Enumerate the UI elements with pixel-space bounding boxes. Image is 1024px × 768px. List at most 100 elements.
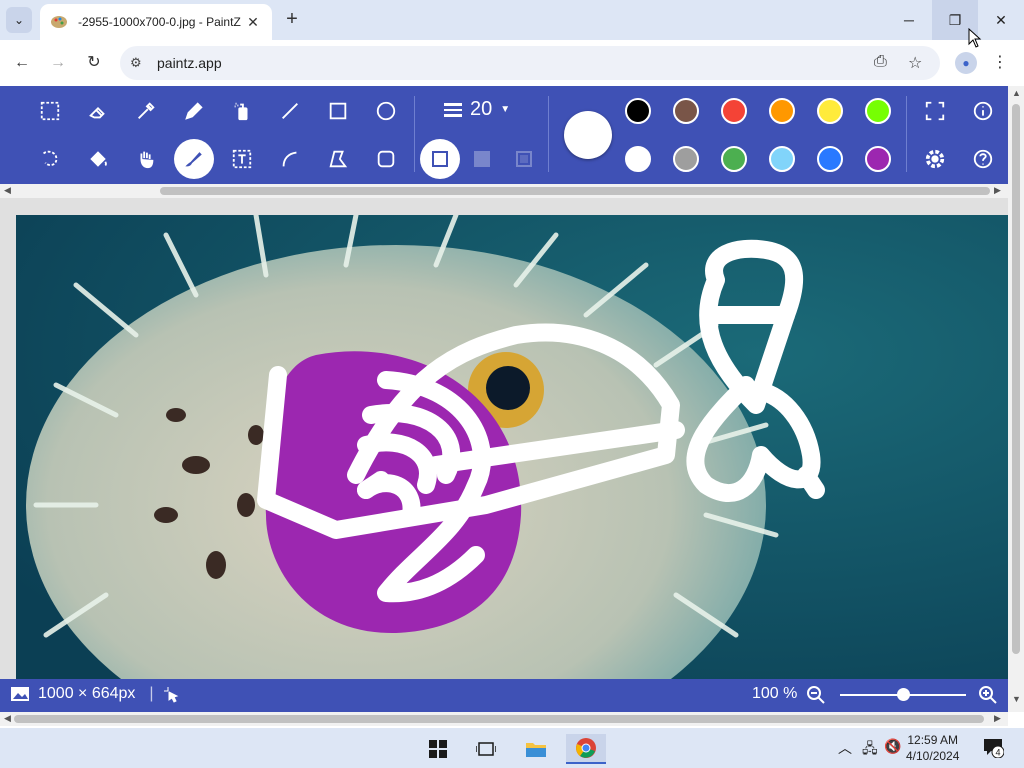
fill-only-option[interactable]	[462, 139, 502, 179]
scroll-right-icon[interactable]: ▶	[994, 713, 1001, 724]
canvas-dimensions[interactable]: 1000 × 664px |	[10, 685, 180, 703]
line-icon[interactable]	[273, 94, 307, 128]
scroll-left-icon[interactable]: ◀	[4, 713, 11, 724]
rounded-rectangle-icon[interactable]	[369, 142, 403, 176]
paintz-status-bar: 1000 × 664px | 100 %	[0, 679, 1008, 712]
rectangle-icon[interactable]	[321, 94, 355, 128]
color-swatch[interactable]	[625, 146, 651, 172]
tab-close-icon[interactable]: ✕	[244, 14, 262, 31]
ellipse-icon[interactable]	[369, 94, 403, 128]
line-width-selector[interactable]: 20 ▼	[444, 98, 510, 121]
color-swatch[interactable]	[769, 98, 795, 124]
url-text[interactable]: paintz.app	[157, 55, 222, 71]
show-hidden-icons-icon[interactable]: ︿	[838, 738, 852, 758]
color-swatch[interactable]	[769, 146, 795, 172]
text-icon[interactable]	[225, 142, 259, 176]
fullscreen-icon[interactable]	[918, 94, 952, 128]
profile-avatar[interactable]: ●	[955, 52, 977, 74]
close-window-button[interactable]: ✕	[978, 0, 1024, 40]
color-swatch[interactable]	[817, 146, 843, 172]
curve-icon[interactable]	[273, 142, 307, 176]
tab-search-button[interactable]: ⌄	[6, 7, 32, 33]
toolbar-divider	[414, 96, 415, 172]
forward-arrow-icon[interactable]: →	[46, 51, 70, 75]
bookmark-star-icon[interactable]: ☆	[908, 53, 922, 73]
clock-date: 4/10/2024	[906, 749, 960, 763]
canvas-horizontal-scrollbar[interactable]: ◀ ▶	[0, 712, 1008, 726]
scroll-left-icon[interactable]: ◀	[4, 185, 11, 196]
file-explorer-icon[interactable]	[516, 734, 556, 764]
help-icon[interactable]	[966, 142, 1000, 176]
browser-menu-icon[interactable]: ⋮	[992, 52, 1008, 72]
color-swatch[interactable]	[865, 146, 891, 172]
color-swatch[interactable]	[721, 98, 747, 124]
site-info-icon[interactable]: ⚙	[130, 55, 146, 71]
install-app-icon[interactable]: ⎙	[874, 53, 887, 71]
image-icon	[11, 687, 29, 701]
polygon-icon[interactable]	[321, 142, 355, 176]
back-arrow-icon[interactable]: ←	[10, 51, 34, 75]
color-swatch[interactable]	[721, 146, 747, 172]
freeform-select-icon[interactable]	[33, 142, 67, 176]
color-swatch[interactable]	[673, 98, 699, 124]
paintbrush-icon[interactable]	[174, 139, 214, 179]
vertical-scrollbar[interactable]: ▲ ▼	[1008, 86, 1024, 712]
browser-tab[interactable]: -2955-1000x700-0.jpg - PaintZ ✕	[40, 4, 272, 40]
pan-hand-icon[interactable]	[129, 142, 163, 176]
clock-time: 12:59 AM	[907, 733, 959, 747]
scroll-right-icon[interactable]: ▶	[994, 185, 1001, 196]
windows-taskbar: ︿ 🖧 🔇 12:59 AM 4/10/2024 4	[0, 728, 1024, 768]
scrollbar-thumb[interactable]	[160, 187, 990, 195]
notification-count: 4	[995, 748, 1000, 758]
dimensions-text: 1000 × 664px	[38, 685, 136, 702]
line-width-icon	[444, 102, 462, 117]
tab-title: -2955-1000x700-0.jpg - PaintZ	[78, 15, 241, 29]
network-icon[interactable]: 🖧	[862, 738, 878, 762]
zoom-out-icon[interactable]	[806, 685, 826, 705]
color-swatch[interactable]	[817, 98, 843, 124]
minimize-button[interactable]: ─	[886, 0, 932, 40]
rectangle-select-icon[interactable]	[33, 94, 67, 128]
address-bar[interactable]: ⚙ paintz.app ⎙ ☆	[120, 46, 940, 80]
color-swatch[interactable]	[673, 146, 699, 172]
zoom-level[interactable]: 100 %	[752, 685, 797, 703]
settings-icon[interactable]	[918, 142, 952, 176]
new-tab-button[interactable]: +	[280, 8, 304, 32]
toolbar-horizontal-scrollbar[interactable]: ◀ ▶	[0, 184, 1008, 198]
scroll-up-icon[interactable]: ▲	[1012, 88, 1021, 98]
browser-tab-strip: ⌄ -2955-1000x700-0.jpg - PaintZ ✕ + ─ ❐ …	[0, 0, 1024, 40]
cursor-position-icon	[163, 687, 178, 703]
system-clock[interactable]: 12:59 AM 4/10/2024	[906, 732, 959, 764]
scrollbar-thumb[interactable]	[14, 715, 984, 723]
zoom-in-icon[interactable]	[978, 685, 998, 705]
scroll-down-icon[interactable]: ▼	[1012, 694, 1021, 704]
info-icon[interactable]	[966, 94, 1000, 128]
outline-and-fill-option[interactable]	[504, 139, 544, 179]
task-view-icon[interactable]	[466, 734, 506, 764]
volume-muted-icon[interactable]: 🔇	[884, 738, 901, 755]
notification-center-icon[interactable]: 4	[982, 736, 1004, 758]
reload-icon[interactable]: ↻	[82, 51, 106, 75]
toolbar-divider	[548, 96, 549, 172]
toolbar-divider	[906, 96, 907, 172]
paintz-favicon	[51, 16, 67, 28]
color-swatch[interactable]	[865, 98, 891, 124]
drawing-canvas[interactable]	[16, 215, 1008, 679]
mouse-cursor-icon	[968, 28, 982, 48]
dropdown-caret-icon: ▼	[500, 104, 511, 115]
current-color-indicator[interactable]	[564, 111, 612, 159]
zoom-slider-thumb[interactable]	[897, 688, 910, 701]
eyedropper-icon[interactable]	[129, 94, 163, 128]
line-width-value: 20	[470, 98, 493, 120]
browser-toolbar: ← → ↻ ⚙ paintz.app ⎙ ☆ ● ⋮	[0, 40, 1024, 86]
pencil-icon[interactable]	[177, 94, 211, 128]
eraser-icon[interactable]	[81, 94, 115, 128]
color-swatch[interactable]	[625, 98, 651, 124]
start-windows-icon[interactable]	[418, 734, 458, 764]
canvas-workspace	[0, 198, 1008, 679]
fill-bucket-icon[interactable]	[81, 142, 115, 176]
scrollbar-thumb[interactable]	[1012, 104, 1020, 654]
chrome-taskbar-icon[interactable]	[566, 734, 606, 764]
outline-only-option[interactable]	[420, 139, 460, 179]
spray-icon[interactable]	[225, 94, 259, 128]
